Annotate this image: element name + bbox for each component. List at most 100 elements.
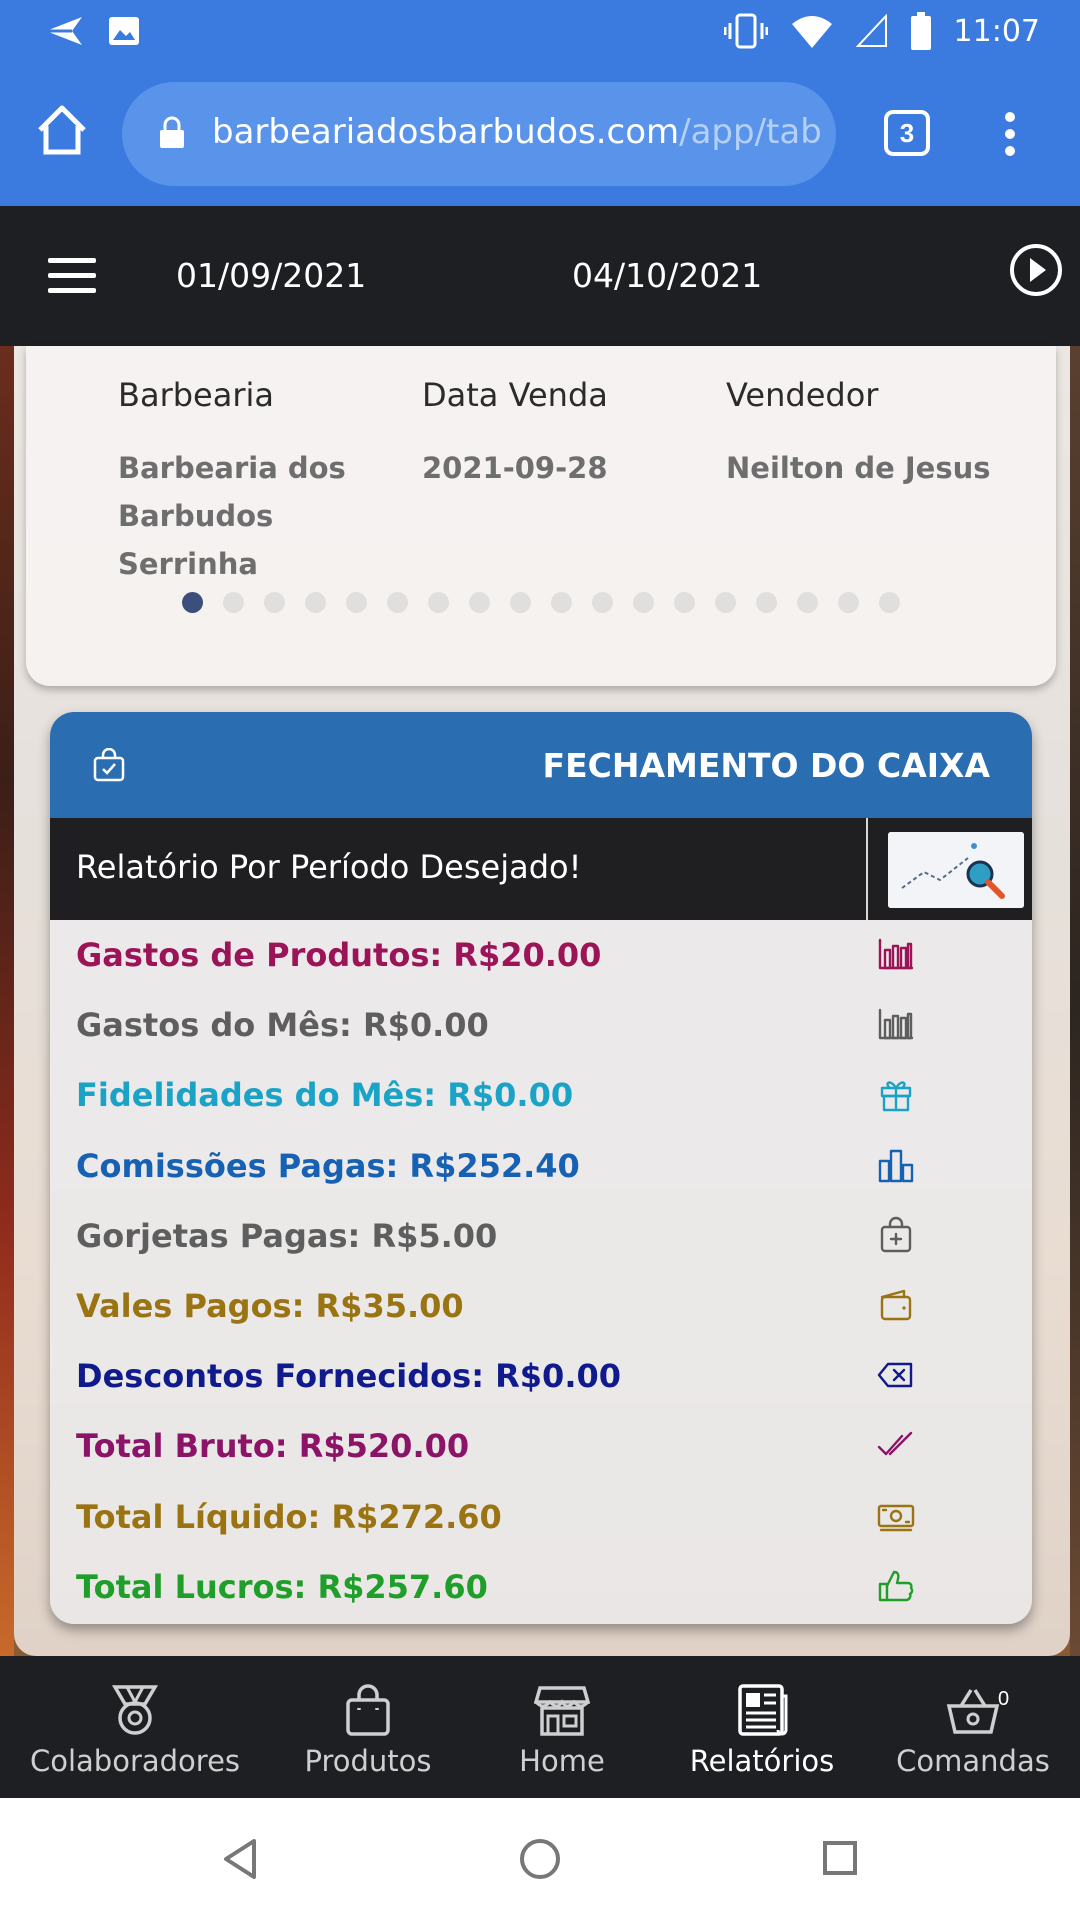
tab-label: Comandas — [896, 1744, 1050, 1778]
slide-column-date: Data Venda 2021-09-28 — [422, 376, 682, 492]
cash-icon — [876, 1496, 916, 1536]
home-circle-icon[interactable] — [519, 1838, 561, 1880]
tab-colaboradores[interactable]: Colaboradores — [0, 1656, 270, 1798]
cash-closing-card: FECHAMENTO DO CAIXA Relatório Por Períod… — [50, 712, 1032, 1624]
wifi-icon — [791, 16, 832, 48]
total-row: Total Líquido: R$272.60 — [50, 1482, 1032, 1552]
bottom-tab-bar: Colaboradores Produtos Home Relatórios 0… — [0, 1656, 1080, 1798]
end-date[interactable]: 04/10/2021 — [572, 256, 762, 295]
gift-icon — [876, 1074, 916, 1114]
pagination-dot[interactable] — [879, 592, 900, 613]
pagination-dot[interactable] — [551, 592, 572, 613]
play-circle-icon[interactable] — [1008, 242, 1064, 298]
url-host: barbeariadosbarbudos.com — [212, 112, 680, 152]
columns-chart-icon — [876, 1145, 916, 1185]
pagination-dot[interactable] — [838, 592, 859, 613]
total-label: Descontos Fornecidos: R$0.00 — [76, 1357, 621, 1396]
bar-chart-icon — [876, 934, 916, 974]
recents-icon[interactable] — [822, 1840, 858, 1876]
column-value: Barbearia dos Barbudos Serrinha — [118, 451, 346, 581]
battery-icon — [910, 12, 931, 50]
card-title: FECHAMENTO DO CAIXA — [542, 746, 990, 785]
total-label: Total Bruto: R$520.00 — [76, 1427, 470, 1466]
pagination-dot[interactable] — [182, 592, 203, 613]
column-value: Neilton de Jesus — [726, 451, 991, 485]
column-value: 2021-09-28 — [422, 451, 608, 485]
pagination-dot[interactable] — [346, 592, 367, 613]
pagination-dot[interactable] — [592, 592, 613, 613]
column-heading: Barbearia — [118, 376, 274, 414]
address-bar[interactable]: barbeariadosbarbudos.com/app/tabs/ — [122, 82, 836, 186]
total-row: Vales Pagos: R$35.00 — [50, 1271, 1032, 1341]
total-row: Gastos de Produtos: R$20.00 — [50, 920, 1032, 990]
total-row: Fidelidades do Mês: R$0.00 — [50, 1060, 1032, 1130]
clock: 11:07 — [953, 13, 1040, 49]
overflow-menu-icon[interactable] — [996, 110, 1024, 158]
slide-column-shop: Barbearia Barbearia dos Barbudos Serrinh… — [118, 376, 408, 588]
tab-label: Relatórios — [689, 1744, 835, 1778]
home-icon[interactable] — [34, 102, 90, 158]
pagination-dot[interactable] — [469, 592, 490, 613]
slide-column-seller: Vendedor Neilton de Jesus — [726, 376, 1026, 492]
tab-switcher-button[interactable]: 3 — [884, 110, 930, 156]
tab-relatorios[interactable]: Relatórios — [658, 1656, 866, 1798]
total-row: Total Lucros: R$257.60 — [50, 1552, 1032, 1622]
slide-pagination[interactable] — [182, 592, 900, 613]
url-text: barbeariadosbarbudos.com/app/tabs/ — [212, 112, 822, 152]
bar-chart-icon — [876, 1004, 916, 1044]
total-label: Comissões Pagas: R$252.40 — [76, 1146, 580, 1185]
pagination-dot[interactable] — [715, 592, 736, 613]
newspaper-icon — [738, 1684, 788, 1736]
tab-label: Home — [519, 1744, 605, 1778]
start-date[interactable]: 01/09/2021 — [176, 256, 366, 295]
backspace-icon — [876, 1355, 916, 1395]
sale-slide-card[interactable]: Barbearia Barbearia dos Barbudos Serrinh… — [26, 346, 1056, 686]
shopping-bag-check-icon — [93, 748, 125, 782]
back-icon[interactable] — [222, 1838, 258, 1880]
pagination-dot[interactable] — [264, 592, 285, 613]
lock-icon — [160, 116, 184, 148]
total-label: Total Líquido: R$272.60 — [76, 1497, 502, 1536]
pagination-dot[interactable] — [633, 592, 654, 613]
total-label: Total Lucros: R$257.60 — [76, 1567, 488, 1606]
pagination-dot[interactable] — [305, 592, 326, 613]
report-subtitle: Relatório Por Período Desejado! — [76, 848, 582, 886]
pagination-dot[interactable] — [223, 592, 244, 613]
double-check-icon — [876, 1425, 916, 1465]
cart-badge: 0 — [998, 1688, 1010, 1710]
total-label: Gastos do Mês: R$0.00 — [76, 1006, 489, 1045]
total-row: Comissões Pagas: R$252.40 — [50, 1131, 1032, 1201]
column-heading: Data Venda — [422, 376, 608, 414]
report-banner: Relatório Por Período Desejado! — [50, 818, 1032, 920]
total-row: Gastos do Mês: R$0.00 — [50, 990, 1032, 1060]
total-row: Descontos Fornecidos: R$0.00 — [50, 1341, 1032, 1411]
shopping-bag-icon — [346, 1684, 390, 1736]
url-path: /app/tabs/ — [679, 112, 822, 152]
pagination-dot[interactable] — [428, 592, 449, 613]
pagination-dot[interactable] — [387, 592, 408, 613]
total-label: Gorjetas Pagas: R$5.00 — [76, 1216, 498, 1255]
card-header: FECHAMENTO DO CAIXA — [50, 712, 1032, 818]
tab-home[interactable]: Home — [466, 1656, 658, 1798]
medal-icon — [111, 1685, 159, 1735]
vibrate-icon — [723, 13, 768, 49]
tab-produtos[interactable]: Produtos — [270, 1656, 466, 1798]
pagination-dot[interactable] — [510, 592, 531, 613]
system-nav-bar — [0, 1798, 1080, 1920]
total-row: Total Bruto: R$520.00 — [50, 1411, 1032, 1481]
total-label: Fidelidades do Mês: R$0.00 — [76, 1076, 574, 1115]
analytics-thumbnail[interactable] — [888, 832, 1024, 908]
status-bar: 11:07 — [0, 0, 1080, 66]
signal-icon — [855, 14, 887, 47]
pagination-dot[interactable] — [756, 592, 777, 613]
app-header: 01/09/2021 04/10/2021 — [0, 206, 1080, 346]
browser-toolbar: barbeariadosbarbudos.com/app/tabs/ 3 — [0, 66, 1080, 206]
wallet-icon — [876, 1285, 916, 1325]
basket-icon — [946, 1689, 1000, 1734]
pagination-dot[interactable] — [674, 592, 695, 613]
send-icon — [46, 17, 82, 45]
tab-comandas[interactable]: 0 Comandas — [866, 1656, 1080, 1798]
pagination-dot[interactable] — [797, 592, 818, 613]
menu-icon[interactable] — [48, 258, 96, 294]
bag-plus-icon — [876, 1215, 916, 1255]
